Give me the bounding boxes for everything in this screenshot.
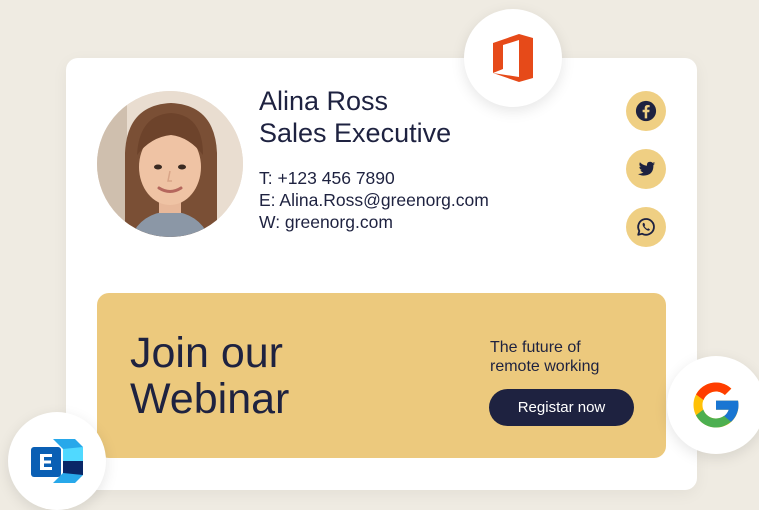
phone-text: T: +123 456 7890 [259, 168, 395, 188]
microsoft-exchange-icon [31, 439, 83, 483]
webinar-heading: Join our Webinar [130, 329, 290, 423]
webinar-tagline: The future of remote working [490, 339, 600, 375]
facebook-button[interactable] [626, 91, 666, 131]
register-button[interactable]: Registar now [489, 389, 634, 426]
exchange-integration-badge [8, 412, 106, 510]
website-link[interactable]: W: greenorg.com [259, 211, 393, 233]
office-integration-badge [464, 9, 562, 107]
google-icon [693, 382, 739, 428]
google-integration-badge [667, 356, 759, 454]
whatsapp-button[interactable] [626, 207, 666, 247]
twitter-button[interactable] [626, 149, 666, 189]
twitter-icon [637, 161, 656, 176]
email-link[interactable]: E: Alina.Ross@greenorg.com [259, 189, 489, 211]
facebook-icon [635, 100, 657, 122]
profile-title: Sales Executive [259, 118, 452, 148]
webinar-banner: Join our Webinar The future of remote wo… [97, 293, 666, 458]
profile-photo [97, 91, 243, 237]
microsoft-office-icon [493, 34, 533, 82]
profile-name: Alina Ross [259, 86, 389, 116]
whatsapp-icon [637, 218, 655, 236]
